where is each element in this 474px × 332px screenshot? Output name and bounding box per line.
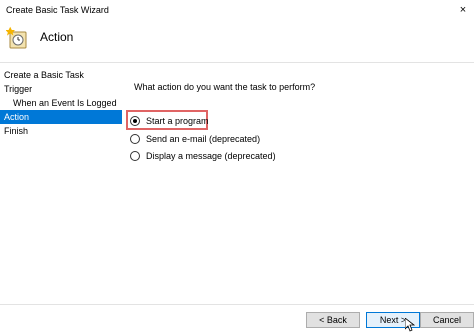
- window-title: Create Basic Task Wizard: [6, 5, 109, 15]
- close-button[interactable]: ×: [452, 0, 474, 20]
- action-panel: What action do you want the task to perf…: [126, 68, 472, 304]
- step-finish[interactable]: Finish: [0, 124, 122, 138]
- option-send-email-label: Send an e-mail (deprecated): [146, 134, 261, 144]
- task-clock-icon: [6, 26, 27, 49]
- wizard-footer: < Back Next > Cancel: [0, 305, 474, 332]
- option-start-program[interactable]: Start a program: [130, 116, 209, 126]
- step-when-event-logged[interactable]: When an Event Is Logged: [0, 96, 122, 110]
- step-create-basic-task[interactable]: Create a Basic Task: [0, 68, 122, 82]
- step-action[interactable]: Action: [0, 110, 122, 124]
- header-divider: [0, 62, 474, 63]
- step-trigger[interactable]: Trigger: [0, 82, 122, 96]
- action-prompt: What action do you want the task to perf…: [134, 82, 316, 92]
- back-button[interactable]: < Back: [306, 312, 360, 328]
- option-send-email[interactable]: Send an e-mail (deprecated): [130, 134, 260, 144]
- radio-start-program[interactable]: [130, 116, 140, 126]
- wizard-header: Action: [0, 20, 474, 62]
- wizard-steps: Create a Basic Task Trigger When an Even…: [0, 68, 122, 304]
- option-display-message[interactable]: Display a message (deprecated): [130, 151, 276, 161]
- option-start-program-label: Start a program: [146, 116, 209, 126]
- page-heading: Action: [40, 30, 74, 44]
- cancel-button[interactable]: Cancel: [420, 312, 474, 328]
- title-bar: Create Basic Task Wizard ×: [0, 0, 474, 20]
- radio-display-message[interactable]: [130, 151, 140, 161]
- radio-send-email[interactable]: [130, 134, 140, 144]
- mouse-pointer-icon: [405, 318, 415, 332]
- option-display-message-label: Display a message (deprecated): [146, 151, 276, 161]
